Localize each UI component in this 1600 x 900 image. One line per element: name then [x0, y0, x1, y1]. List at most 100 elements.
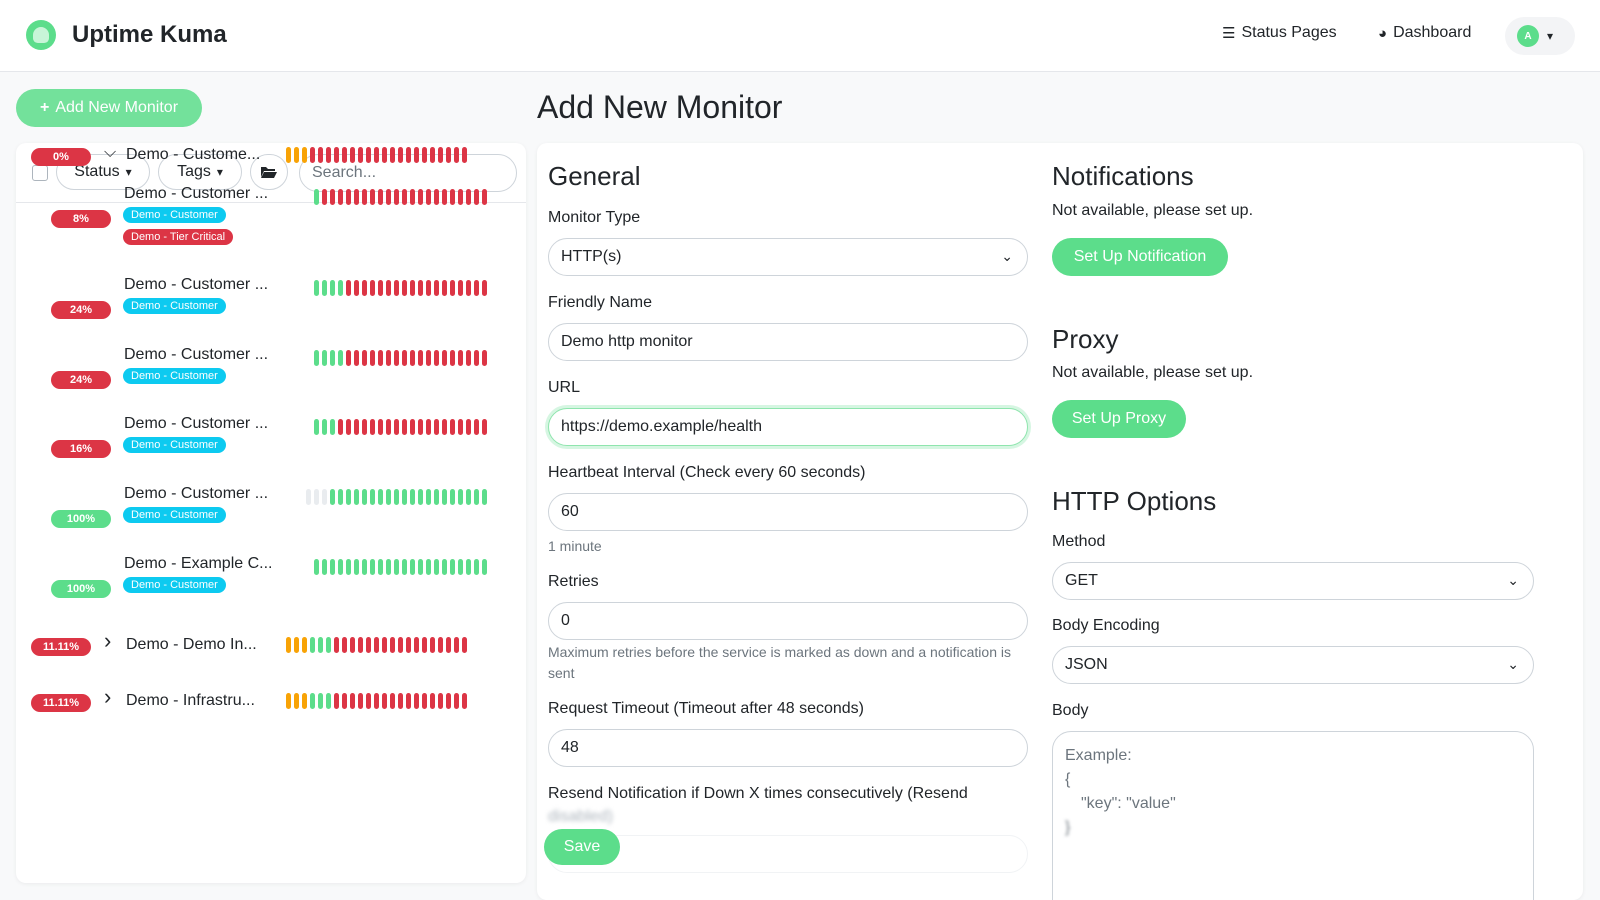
chevron-down-icon[interactable]: ⌵ [104, 144, 116, 162]
heartbeat-tick [362, 559, 367, 575]
heartbeat-tick [294, 147, 299, 163]
heartbeat-tick [474, 559, 479, 575]
heartbeat-tick [378, 350, 383, 366]
nav-status-pages[interactable]: ☰ Status Pages [1222, 24, 1337, 42]
heartbeat-bar [314, 559, 487, 575]
body-placeholder-line: Example: [1065, 747, 1132, 764]
heartbeat-bar [314, 419, 487, 435]
heartbeat-bar [286, 693, 467, 709]
chevron-down-icon: ▾ [125, 165, 132, 179]
resend-notification-input[interactable] [548, 835, 1028, 873]
heartbeat-tick [410, 189, 415, 205]
heartbeat-tick [358, 693, 363, 709]
heartbeat-tick [450, 419, 455, 435]
body-textarea[interactable]: Example: { "key": "value" } [1052, 731, 1534, 900]
retries-input[interactable]: 0 [548, 602, 1028, 640]
heartbeat-tick [482, 489, 487, 505]
heartbeat-interval-input[interactable]: 60 [548, 493, 1028, 531]
heartbeat-tick [314, 350, 319, 366]
heartbeat-tick [382, 147, 387, 163]
request-timeout-input[interactable]: 48 [548, 729, 1028, 767]
heartbeat-tick [322, 559, 327, 575]
chevron-down-icon: ⌄ [1507, 656, 1519, 672]
heartbeat-tick [474, 350, 479, 366]
heartbeat-tick [442, 280, 447, 296]
heartbeat-tick [394, 559, 399, 575]
heartbeat-interval-hint: 1 minute [548, 538, 602, 554]
heartbeat-tick [386, 280, 391, 296]
chevron-right-icon[interactable]: › [104, 628, 111, 654]
heartbeat-tick [354, 419, 359, 435]
heartbeat-tick [402, 559, 407, 575]
heartbeat-tick [458, 350, 463, 366]
url-value: https://demo.example/health [561, 418, 763, 435]
heartbeat-tick [430, 637, 435, 653]
heartbeat-tick [418, 280, 423, 296]
heartbeat-tick [474, 280, 479, 296]
monitor-name: Demo - Infrastru... [126, 692, 255, 709]
uptime-badge: 100% [51, 510, 111, 528]
set-up-proxy-button[interactable]: Set Up Proxy [1052, 400, 1186, 438]
heartbeat-tick [442, 559, 447, 575]
heartbeat-tick [330, 350, 335, 366]
friendly-name-input[interactable]: Demo http monitor [548, 323, 1028, 361]
heartbeat-tick [466, 280, 471, 296]
heartbeat-tick [406, 693, 411, 709]
heartbeat-tick [462, 637, 467, 653]
method-value: GET [1065, 572, 1098, 589]
heartbeat-tick [402, 419, 407, 435]
method-select[interactable]: GET ⌄ [1052, 562, 1534, 600]
url-input[interactable]: https://demo.example/health [548, 408, 1028, 446]
body-placeholder-line: "key": "value" [1081, 795, 1176, 812]
heartbeat-tick [286, 637, 291, 653]
monitor-name: Demo - Customer ... [124, 185, 269, 202]
heartbeat-tick [386, 489, 391, 505]
heartbeat-tick [346, 280, 351, 296]
add-new-monitor-button[interactable]: + Add New Monitor [16, 89, 202, 127]
heartbeat-tick [458, 489, 463, 505]
chevron-right-icon[interactable]: › [104, 684, 111, 710]
heartbeat-tick [306, 489, 311, 505]
heartbeat-tick [390, 693, 395, 709]
heartbeat-tick [434, 189, 439, 205]
heartbeat-tick [374, 147, 379, 163]
brand[interactable]: Uptime Kuma [26, 20, 227, 50]
tag-badge: Demo - Customer [123, 507, 226, 523]
heartbeat-tick [386, 350, 391, 366]
heartbeat-tick [386, 419, 391, 435]
nav-dashboard[interactable]: ◕ Dashboard [1378, 24, 1471, 42]
heartbeat-tick [346, 189, 351, 205]
heartbeat-tick [402, 350, 407, 366]
tag-badge: Demo - Customer [123, 577, 226, 593]
heartbeat-tick [310, 637, 315, 653]
monitor-type-select[interactable]: HTTP(s) ⌄ [548, 238, 1028, 276]
heartbeat-tick [346, 350, 351, 366]
heartbeat-tick [462, 147, 467, 163]
heartbeat-tick [334, 693, 339, 709]
body-encoding-select[interactable]: JSON ⌄ [1052, 646, 1534, 684]
heartbeat-tick [434, 489, 439, 505]
heartbeat-tick [362, 189, 367, 205]
heartbeat-tick [474, 419, 479, 435]
heartbeat-tick [442, 350, 447, 366]
heartbeat-tick [294, 693, 299, 709]
heartbeat-tick [326, 147, 331, 163]
heartbeat-tick [338, 489, 343, 505]
select-all-checkbox[interactable] [32, 165, 48, 181]
heartbeat-tick [458, 189, 463, 205]
heartbeat-tick [454, 147, 459, 163]
heartbeat-tick [446, 147, 451, 163]
save-button[interactable]: Save [544, 829, 620, 865]
monitor-type-value: HTTP(s) [561, 248, 622, 265]
heartbeat-tick [338, 189, 343, 205]
heartbeat-tick [442, 419, 447, 435]
resend-notification-label: Resend Notification if Down X times cons… [548, 785, 968, 802]
user-menu[interactable]: A ▾ [1505, 17, 1575, 55]
uptime-badge: 11.11% [31, 638, 91, 656]
monitor-form: General Monitor Type HTTP(s) ⌄ Friendly … [537, 143, 1583, 900]
heartbeat-bar [314, 189, 487, 205]
set-up-notification-button[interactable]: Set Up Notification [1052, 238, 1228, 276]
heartbeat-tick [286, 693, 291, 709]
uptime-kuma-logo-icon [26, 20, 56, 50]
heartbeat-tick [458, 419, 463, 435]
